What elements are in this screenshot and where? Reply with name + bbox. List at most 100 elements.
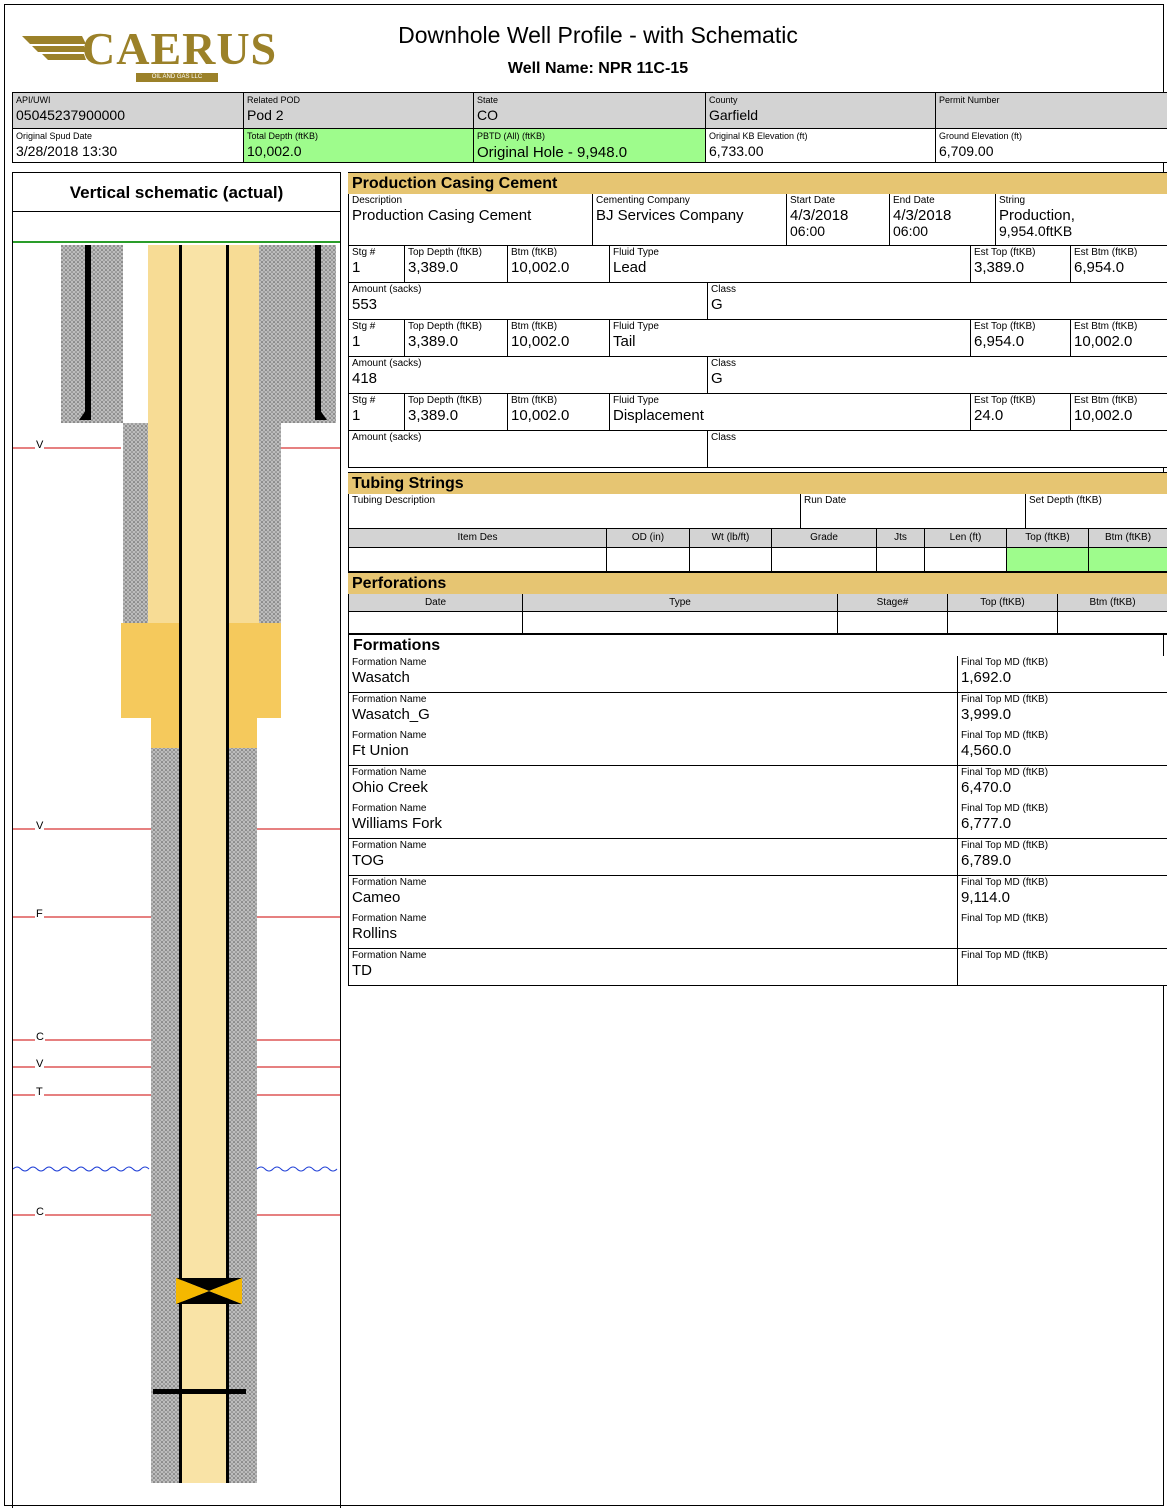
field-label: Ground Elevation (ft) xyxy=(939,131,1023,141)
cell-label: Amount (sacks) xyxy=(352,284,422,295)
formation-top-cell: Final Top MD (ftKB) 6,777.0 xyxy=(957,802,1167,840)
wellbore-diagram xyxy=(13,241,340,1483)
ground-elevation-cell: Ground Elevation (ft) 6,709.00 xyxy=(935,129,1167,163)
stage-number: Stg #1 xyxy=(348,320,404,357)
formation-top-cell: Final Top MD (ftKB) 1,692.0 xyxy=(957,656,1167,693)
tubing-set-depth: Set Depth (ftKB) xyxy=(1025,494,1167,529)
marker-label: C xyxy=(35,1206,45,1218)
tubing-cell xyxy=(606,548,689,572)
col-wt: Wt (lb/ft) xyxy=(689,529,771,548)
cell-label: Amount (sacks) xyxy=(352,432,422,443)
stage-top-depth: Top Depth (ftKB) 3,389.0 xyxy=(404,320,507,357)
formation-name: Williams Fork xyxy=(352,815,442,833)
field-label: Original KB Elevation (ft) xyxy=(709,131,808,141)
formation-top-cell: Final Top MD (ftKB) 4,560.0 xyxy=(957,729,1167,767)
stage-fluid-type: Fluid Type Displacement xyxy=(609,394,970,431)
cell-label: Cementing Company xyxy=(596,195,690,206)
cell-label: Formation Name xyxy=(352,876,427,888)
formation-top-cell: Final Top MD (ftKB) 6,789.0 xyxy=(957,839,1167,876)
col-type: Type xyxy=(522,594,837,612)
formations-section: Formations Formation Name Wasatch Final To… xyxy=(348,634,1167,988)
formation-top: 4,560.0 xyxy=(961,742,1012,760)
col-item-des: Item Des xyxy=(348,529,606,548)
tubing-cell xyxy=(924,548,1006,572)
cell-label: Formation Name xyxy=(352,730,427,742)
cell-value: 24.0 xyxy=(974,407,1004,424)
cell-label: Formation Name xyxy=(352,766,427,778)
stage-top-depth: Top Depth (ftKB) 3,389.0 xyxy=(404,394,507,431)
spud-date-cell: Original Spud Date 3/28/2018 13:30 xyxy=(12,129,243,163)
cell-label: Est Top (ftKB) xyxy=(974,395,1036,406)
stage-est-btm: Est Btm (ftKB) 10,002.0 xyxy=(1070,320,1167,357)
cement-section-title: Production Casing Cement xyxy=(348,172,1167,194)
field-value: 3/28/2018 13:30 xyxy=(16,143,118,159)
stage-amount: Amount (sacks) 553 xyxy=(348,283,707,320)
cell-value: 6,954.0 xyxy=(1074,259,1125,276)
formation-name-cell: Formation Name Ft Union xyxy=(348,729,957,767)
field-value: 10,002.0 xyxy=(247,143,302,159)
rock-right-mid xyxy=(256,423,281,623)
marker-label: C xyxy=(35,1031,45,1043)
formation-name-cell: Formation Name TD xyxy=(348,948,957,986)
cell-label: End Date xyxy=(893,195,935,206)
cell-label: Description xyxy=(352,195,403,206)
col-perf-btm: Btm (ftKB) xyxy=(1057,594,1167,612)
stage-est-top: Est Top (ftKB) 6,954.0 xyxy=(970,320,1070,357)
cement-upper-left xyxy=(148,245,183,625)
stage-est-top: Est Top (ftKB) 3,389.0 xyxy=(970,246,1070,283)
cell-label: Formation Name xyxy=(352,657,427,668)
cell-label: Class xyxy=(711,284,737,295)
formation-name: Rollins xyxy=(352,925,398,943)
cell-label: Final Top MD (ftKB) xyxy=(961,949,1049,961)
tubing-description: Tubing Description xyxy=(348,494,800,529)
stage-class: Class G xyxy=(707,283,1167,320)
col-perf-top: Top (ftKB) xyxy=(947,594,1057,612)
cell-label: Class xyxy=(711,358,737,369)
rock-right-upper xyxy=(256,245,336,423)
tubing-cell xyxy=(876,548,924,572)
formation-top: 3,999.0 xyxy=(961,705,1012,723)
tubing-cell xyxy=(1088,548,1167,572)
rock-left-upper xyxy=(61,245,123,423)
cell-label: Final Top MD (ftKB) xyxy=(961,840,1049,851)
marker-label: V xyxy=(35,820,45,832)
water-level-left xyxy=(13,1166,150,1172)
cell-value: Displacement xyxy=(613,407,704,424)
cell-label: Btm (ftKB) xyxy=(511,247,558,258)
formation-top: 6,470.0 xyxy=(961,778,1012,796)
formation-name: Ft Union xyxy=(352,742,409,760)
formation-name: TOG xyxy=(352,852,385,869)
marker-label: F xyxy=(35,908,44,920)
cell-value: 1 xyxy=(352,333,361,350)
col-stage: Stage# xyxy=(837,594,947,612)
cement-tail-left xyxy=(151,718,183,748)
stage-number: Stg #1 xyxy=(348,246,404,283)
tubing-cell xyxy=(689,548,771,572)
cell-label: Stg # xyxy=(352,247,376,258)
pbtd-cell: PBTD (All) (ftKB) Original Hole - 9,948.… xyxy=(473,129,705,163)
cell-label: Final Top MD (ftKB) xyxy=(961,693,1049,705)
cell-label: Stg # xyxy=(352,321,376,332)
cell-value: 3,389.0 xyxy=(408,333,459,350)
field-value: 05045237900000 xyxy=(16,107,126,123)
cell-label: String xyxy=(999,195,1026,206)
cell-label: Est Btm (ftKB) xyxy=(1074,247,1138,258)
formation-name-cell: Formation Name TOG xyxy=(348,839,957,876)
field-label: Total Depth (ftKB) xyxy=(247,131,319,141)
cell-label: Tubing Description xyxy=(352,495,436,506)
field-label: PBTD (All) (ftKB) xyxy=(477,131,546,141)
perforations-section: Perforations Date Type Stage# Top (ftKB)… xyxy=(348,572,1167,634)
state-cell: State CO xyxy=(473,93,705,129)
field-label: County xyxy=(709,95,738,105)
formation-top: 1,692.0 xyxy=(961,669,1012,686)
formation-name: TD xyxy=(352,961,372,979)
formation-top-cell: Final Top MD (ftKB) 9,114.0 xyxy=(957,875,1167,913)
field-label: API/UWI xyxy=(16,95,51,105)
county-cell: County Garfield xyxy=(705,93,935,129)
cell-label: Est Btm (ftKB) xyxy=(1074,395,1138,406)
cell-value: G xyxy=(711,296,723,313)
formation-name-cell: Formation Name Wasatch_G xyxy=(348,692,957,730)
logo-text: CAERUS xyxy=(82,23,278,74)
cell-value: Production, xyxy=(999,207,1075,224)
water-level-right xyxy=(256,1166,338,1172)
